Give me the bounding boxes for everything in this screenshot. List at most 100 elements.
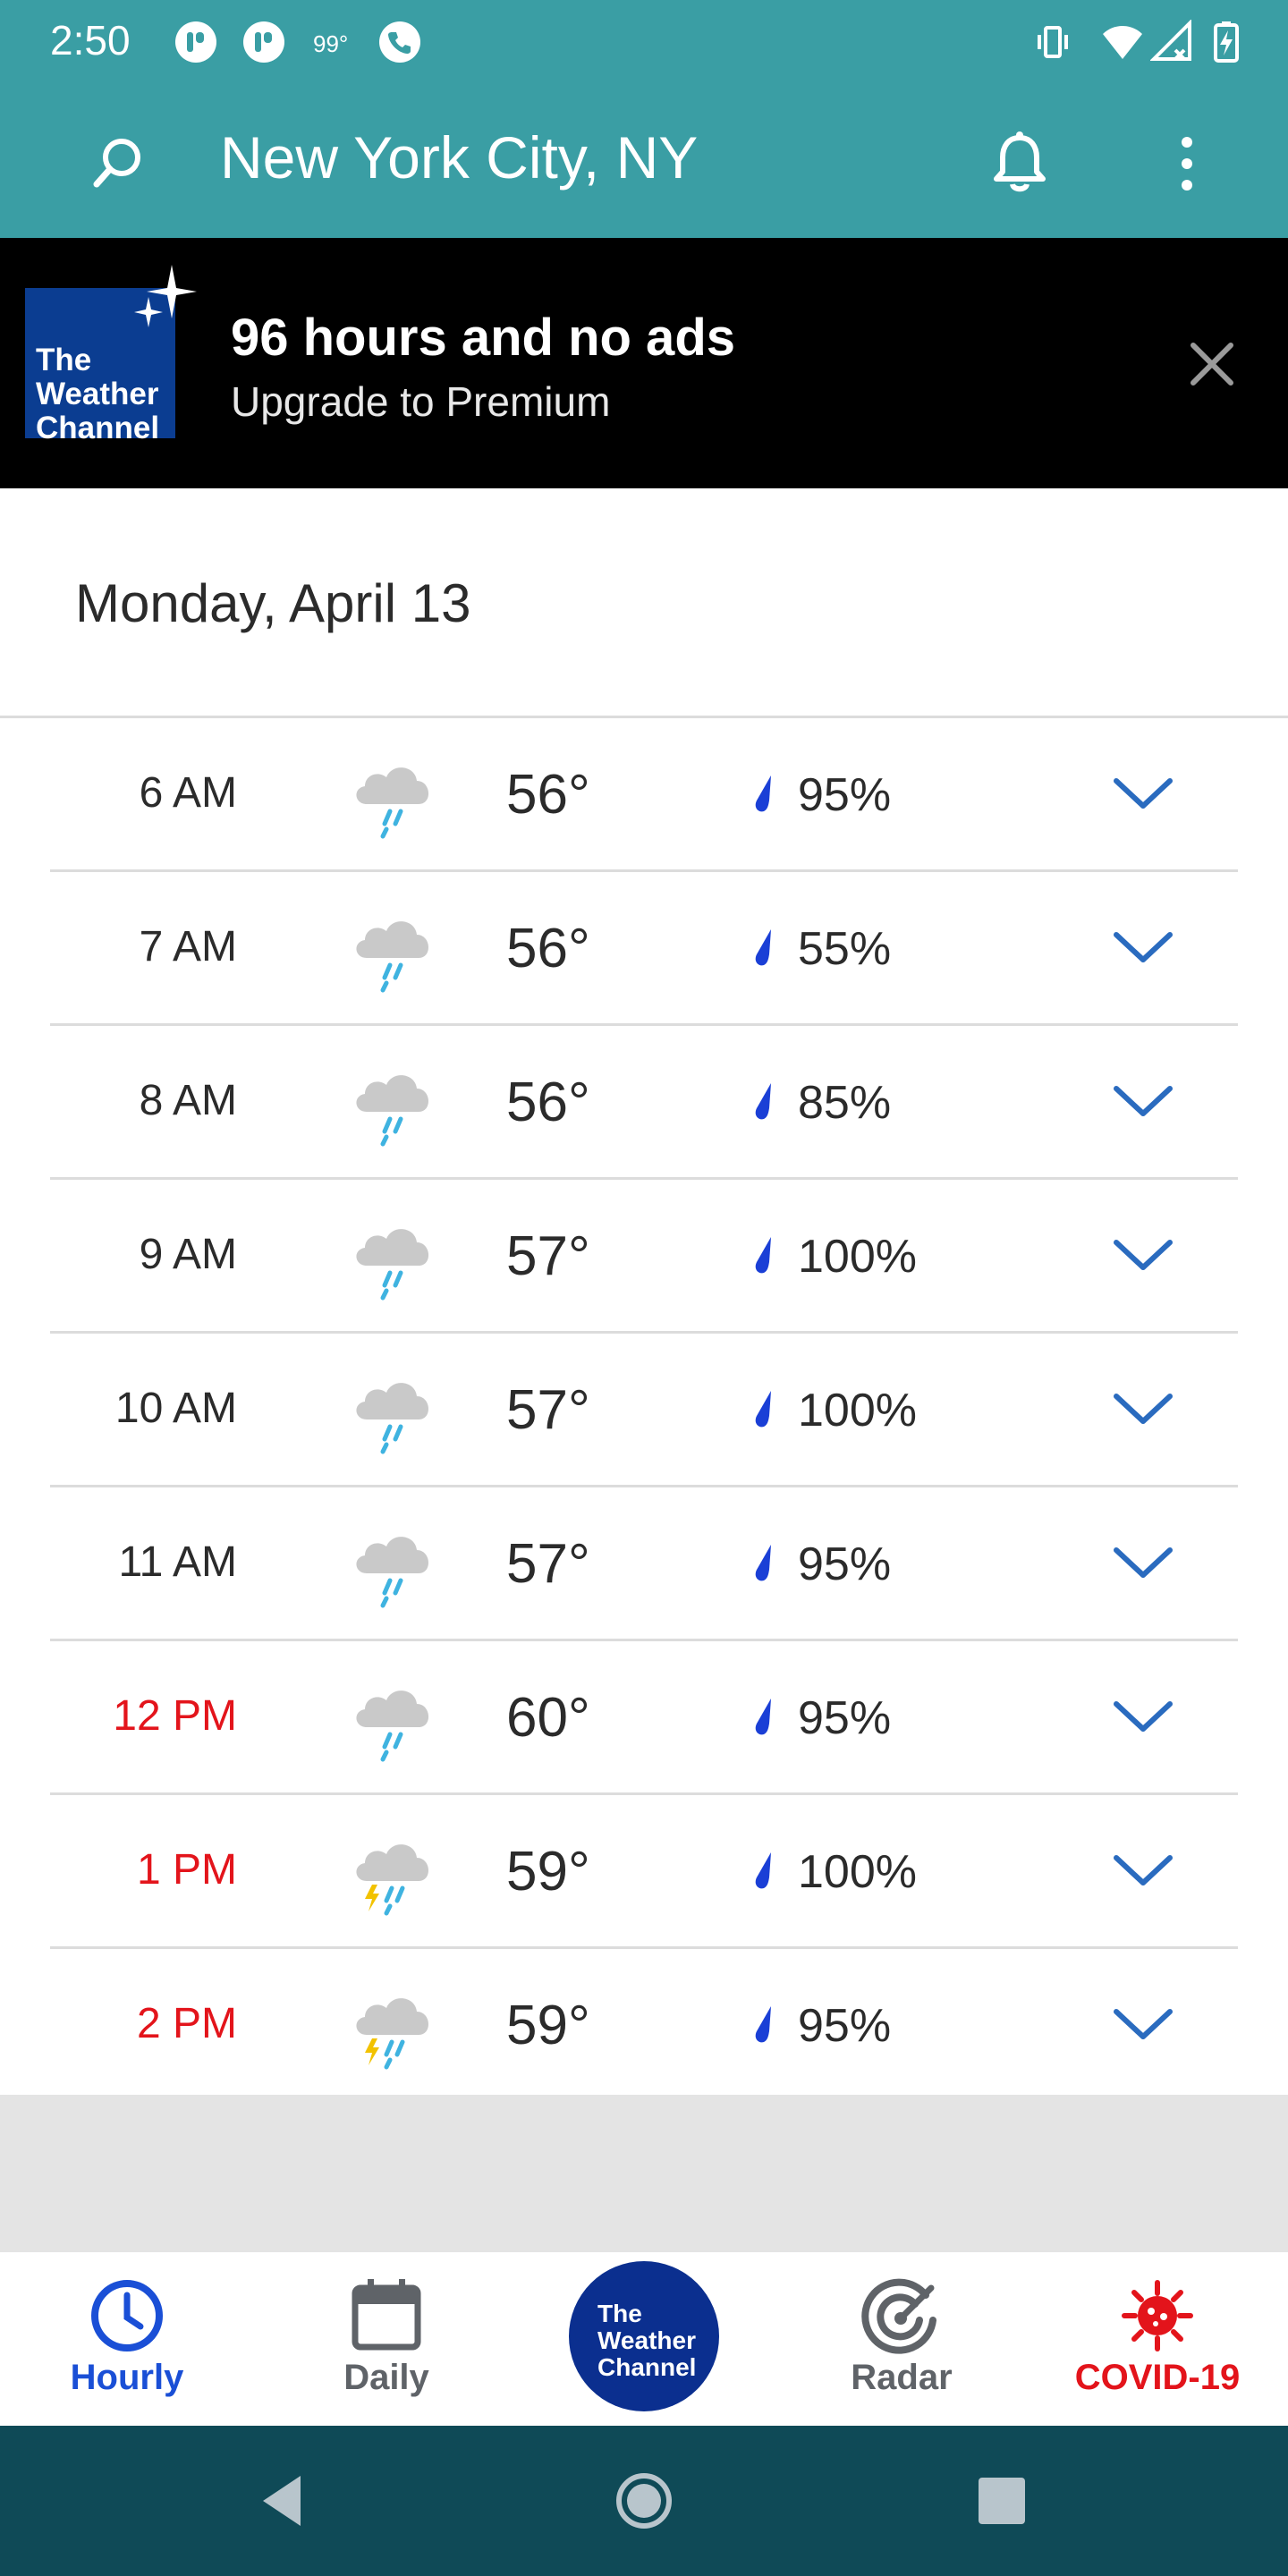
tab-covid-19[interactable]: COVID-19	[1050, 2252, 1265, 2426]
hourly-row[interactable]: 6 AM 56° 95%	[0, 718, 1288, 872]
raindrop-icon	[755, 1545, 771, 1581]
rain-icon	[356, 1537, 429, 1608]
chevron-down-icon[interactable]	[1111, 1847, 1175, 1894]
hourly-row[interactable]: 2 PM 59° 95%	[0, 1949, 1288, 2103]
thunderstorm-icon	[356, 1844, 429, 1916]
chevron-down-icon[interactable]	[1111, 1693, 1175, 1740]
chevron-down-icon[interactable]	[1111, 924, 1175, 970]
status-temperature: 99°	[313, 30, 349, 57]
promo-subtext: Upgrade to Premium	[231, 378, 611, 425]
close-icon[interactable]	[1186, 338, 1238, 390]
weather-channel-home-button[interactable]: The Weather Channel	[569, 2261, 719, 2411]
hourly-row[interactable]: 7 AM 56° 55%	[0, 872, 1288, 1026]
chevron-down-icon[interactable]	[1111, 1385, 1175, 1432]
wifi-icon	[1103, 26, 1142, 59]
home-icon[interactable]	[608, 2465, 680, 2537]
logo-line: Weather	[36, 377, 159, 411]
logo-line: The	[597, 2300, 642, 2327]
chevron-down-icon[interactable]	[1111, 1232, 1175, 1278]
app-icon	[175, 21, 216, 63]
hourly-row[interactable]: 12 PM 60° 95%	[0, 1641, 1288, 1795]
raindrop-icon	[755, 2006, 771, 2043]
tab-daily[interactable]: Daily	[279, 2252, 494, 2426]
status-bar: 2:50 99°	[0, 0, 1288, 88]
sparkle-icon	[134, 265, 197, 327]
temperature: 57°	[506, 1225, 590, 1287]
temperature: 59°	[506, 1995, 590, 2056]
calendar-icon	[352, 2279, 421, 2351]
chevron-down-icon[interactable]	[1111, 2001, 1175, 2047]
hour-label: 6 AM	[139, 769, 237, 817]
empty-area	[0, 2095, 1288, 2252]
hour-label: 8 AM	[139, 1077, 237, 1124]
logo-line: Weather	[597, 2326, 696, 2354]
temperature: 57°	[506, 1533, 590, 1595]
precip-chance: 85%	[798, 1077, 892, 1129]
vibrate-icon	[1038, 26, 1068, 58]
precip-chance: 55%	[798, 923, 892, 975]
precip-chance: 100%	[798, 1846, 917, 1898]
hourly-row[interactable]: 10 AM 57° 100%	[0, 1334, 1288, 1487]
location-title[interactable]: New York City, NY	[220, 123, 698, 191]
tab-label: Daily	[343, 2358, 429, 2397]
tab-label: Hourly	[70, 2358, 184, 2397]
hourly-row[interactable]: 1 PM 59° 100%	[0, 1795, 1288, 1949]
raindrop-icon	[755, 1083, 771, 1120]
chevron-down-icon[interactable]	[1111, 1539, 1175, 1586]
tab-radar[interactable]: Radar	[794, 2252, 1009, 2426]
phone-icon	[379, 21, 420, 63]
rain-icon	[356, 921, 429, 993]
raindrop-icon	[755, 1391, 771, 1428]
precip-chance: 95%	[798, 769, 892, 821]
rain-icon	[356, 1690, 429, 1762]
recents-icon[interactable]	[966, 2465, 1038, 2537]
app-icon	[243, 21, 284, 63]
hourly-row[interactable]: 8 AM 56° 85%	[0, 1026, 1288, 1180]
temperature: 60°	[506, 1687, 590, 1749]
tab-label: Radar	[851, 2358, 953, 2397]
chevron-down-icon[interactable]	[1111, 770, 1175, 817]
hour-label: 9 AM	[139, 1231, 237, 1278]
promo-headline: 96 hours and no ads	[231, 309, 735, 367]
temperature: 56°	[506, 764, 590, 826]
rain-icon	[356, 1229, 429, 1301]
temperature: 59°	[506, 1841, 590, 1902]
hour-label: 11 AM	[118, 1538, 237, 1586]
tab-label: COVID-19	[1074, 2358, 1241, 2397]
temperature: 56°	[506, 918, 590, 979]
raindrop-icon	[755, 1237, 771, 1274]
hourly-row[interactable]: 11 AM 57° 95%	[0, 1487, 1288, 1641]
hour-label: 1 PM	[136, 1846, 237, 1894]
rain-icon	[356, 1383, 429, 1454]
chevron-down-icon[interactable]	[1111, 1078, 1175, 1124]
raindrop-icon	[755, 929, 771, 966]
raindrop-icon	[755, 775, 771, 812]
hourly-row[interactable]: 9 AM 57° 100%	[0, 1180, 1288, 1334]
hour-label: 10 AM	[114, 1385, 237, 1432]
system-navigation-bar	[0, 2426, 1288, 2576]
search-button[interactable]	[77, 123, 157, 204]
raindrop-icon	[755, 1852, 771, 1889]
logo-line: Channel	[597, 2353, 697, 2381]
precip-chance: 100%	[798, 1385, 917, 1436]
hour-label: 2 PM	[136, 2000, 237, 2047]
app-bar: New York City, NY	[0, 88, 1288, 238]
notifications-button[interactable]	[979, 123, 1060, 204]
more-options-button[interactable]	[1147, 123, 1227, 204]
rain-icon	[356, 767, 429, 839]
raindrop-icon	[755, 1699, 771, 1735]
precip-chance: 95%	[798, 1538, 892, 1590]
bottom-tab-bar: Hourly Daily The Weather Channel Radar C…	[0, 2252, 1288, 2426]
rain-icon	[356, 1075, 429, 1147]
date-heading: Monday, April 13	[75, 573, 471, 633]
hour-label: 12 PM	[113, 1692, 237, 1740]
logo-line: The	[36, 343, 92, 377]
back-icon[interactable]	[250, 2465, 322, 2537]
signal-icon	[1150, 20, 1191, 61]
precip-chance: 95%	[798, 1692, 892, 1744]
premium-promo-banner[interactable]: The Weather Channel 96 hours and no ads …	[0, 238, 1288, 488]
clock-icon	[91, 2280, 163, 2351]
tab-hourly[interactable]: Hourly	[20, 2252, 234, 2426]
temperature: 56°	[506, 1072, 590, 1133]
precip-chance: 100%	[798, 1231, 917, 1283]
